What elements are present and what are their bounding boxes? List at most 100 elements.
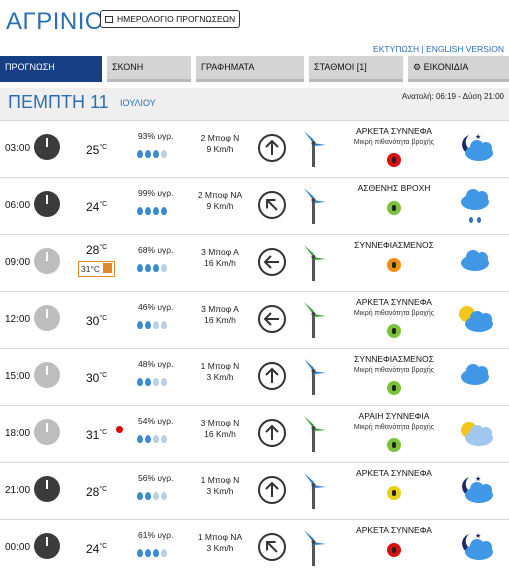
row-time: 12:00: [5, 314, 31, 325]
row-temperature: 25°C: [86, 143, 108, 157]
tab-icons[interactable]: ⚙ ΕΙΚΟΝΙΔΙΑ: [408, 56, 509, 82]
condition-subtitle: Μικρή πιθανότητα βροχής: [353, 367, 435, 374]
humidity-drop-icon: [161, 378, 167, 386]
row-temperature: 31°C: [86, 428, 108, 442]
row-temperature: 28°C: [86, 485, 108, 499]
humidity-drop-icon: [161, 207, 167, 215]
insect-risk-icon: [387, 201, 401, 215]
forecast-row: 09:00 28°C 31°C 68% υγρ. 3 Μποφ Α 16 Km/…: [0, 234, 509, 291]
weather-icon: [455, 357, 501, 402]
feels-like-badge: 31°C: [78, 261, 115, 277]
row-temperature: 28°C: [86, 243, 108, 257]
wind-speed: 16 Km/h: [204, 315, 236, 325]
row-time: 09:00: [5, 257, 31, 268]
day-name: ΠΕΜΠΤΗ 11: [8, 92, 109, 112]
tab-forecast[interactable]: ΠΡΟΓΝΩΣΗ: [0, 56, 102, 82]
row-wind: 1 Μποφ Ν 3 Km/h: [188, 361, 252, 383]
wind-speed: 3 Km/h: [206, 372, 234, 382]
svg-text:★: ★: [475, 475, 481, 483]
svg-text:★: ★: [475, 532, 481, 540]
humidity-drops: [137, 316, 169, 329]
humidity-drop-icon: [153, 435, 159, 443]
row-time: 18:00: [5, 428, 31, 439]
wind-direction-arrow-icon: [258, 419, 286, 447]
clock-icon: [34, 191, 60, 217]
row-time: 21:00: [5, 485, 31, 496]
insect-risk-icon: [387, 258, 401, 272]
tab-charts[interactable]: ΓΡΑΦΗΜΑΤΑ: [196, 56, 304, 82]
svg-text:★: ★: [475, 133, 481, 141]
wind-turbine-icon: [298, 241, 328, 288]
humidity-drop-icon: [161, 150, 167, 158]
row-humidity: 54% υγρ.: [138, 416, 174, 426]
clock-icon: [34, 134, 60, 160]
condition-title: ΑΡΑΙΗ ΣΥΝΝΕΦΙΑ: [358, 411, 430, 421]
wind-turbine-icon: [298, 469, 328, 516]
humidity-drop-icon: [137, 321, 143, 329]
humidity-drops: [137, 202, 169, 215]
forecast-row: 00:00 24°C 61% υγρ. 1 Μποφ ΝΑ 3 Km/h ΑΡΚ…: [0, 519, 509, 575]
wind-direction-arrow-icon: [258, 134, 286, 162]
humidity-drop-icon: [161, 492, 167, 500]
tab-stations[interactable]: ΣΤΑΘΜΟΙ [1]: [309, 56, 403, 82]
row-wind: 3 Μποφ Ν 16 Km/h: [188, 418, 252, 440]
wind-beaufort: 2 Μποφ Ν: [200, 133, 240, 143]
row-humidity: 61% υγρ.: [138, 530, 174, 540]
print-english-links[interactable]: ΕΚΤΥΠΩΣΗ | ENGLISH VERSION: [373, 44, 504, 54]
day-header: ΠΕΜΠΤΗ 11 ΙΟΥΛΙΟΥ Ανατολή: 06:19 - Δύση …: [0, 88, 509, 120]
row-temperature: 30°C: [86, 371, 108, 385]
condition-title: ΣΥΝΝΕΦΙΑΣΜΕΝΟΣ: [354, 240, 434, 250]
condition-title: ΑΡΚΕΤΑ ΣΥΝΝΕΦΑ: [356, 297, 432, 307]
row-time: 00:00: [5, 542, 31, 553]
wind-beaufort: 3 Μποφ Ν: [200, 418, 240, 428]
humidity-drop-icon: [153, 378, 159, 386]
humidity-drop-icon: [161, 435, 167, 443]
tab-dust[interactable]: ΣΚΟΝΗ: [107, 56, 191, 82]
row-wind: 2 Μποφ Ν 9 Km/h: [188, 133, 252, 155]
row-condition: ΑΡΚΕΤΑ ΣΥΝΝΕΦΑ: [334, 468, 454, 500]
wind-speed: 9 Km/h: [206, 144, 234, 154]
condition-title: ΑΡΚΕΤΑ ΣΥΝΝΕΦΑ: [356, 525, 432, 535]
wind-turbine-icon: [298, 355, 328, 402]
wind-beaufort: 1 Μποφ Ν: [200, 475, 240, 485]
wind-speed: 3 Km/h: [206, 486, 234, 496]
condition-title: ΑΡΚΕΤΑ ΣΥΝΝΕΦΑ: [356, 126, 432, 136]
humidity-drop-icon: [153, 549, 159, 557]
forecast-row: 06:00 24°C 99% υγρ. 2 Μποφ ΝΑ 9 Km/h ΑΣΘ…: [0, 177, 509, 234]
row-wind: 3 Μποφ Α 16 Km/h: [188, 247, 252, 269]
forecast-row: 18:00 31°C 54% υγρ. 3 Μποφ Ν 16 Km/h ΑΡΑ…: [0, 405, 509, 462]
humidity-drops: [137, 259, 169, 272]
calendar-icon: [105, 16, 113, 23]
wind-turbine-icon: [298, 412, 328, 459]
humidity-drop-icon: [153, 321, 159, 329]
forecast-row: 03:00 25°C 93% υγρ. 2 Μποφ Ν 9 Km/h ΑΡΚΕ…: [0, 120, 509, 177]
row-condition: ΑΡΚΕΤΑ ΣΥΝΝΕΦΑ Μικρή πιθανότητα βροχής: [334, 126, 454, 167]
row-wind: 1 Μποφ ΝΑ 3 Km/h: [188, 532, 252, 554]
wind-speed: 16 Km/h: [204, 258, 236, 268]
forecast-calendar-button[interactable]: ΗΜΕΡΟΛΟΓΙΟ ΠΡΟΓΝΩΣΕΩΝ: [100, 10, 241, 28]
wind-beaufort: 1 Μποφ Ν: [200, 361, 240, 371]
wind-direction-arrow-icon: [258, 305, 286, 333]
humidity-drop-icon: [145, 264, 151, 272]
wind-turbine-icon: [298, 526, 328, 573]
row-temperature: 30°C: [86, 314, 108, 328]
condition-subtitle: Μικρή πιθανότητα βροχής: [353, 424, 435, 431]
condition-title: ΑΡΚΕΤΑ ΣΥΝΝΕΦΑ: [356, 468, 432, 478]
condition-subtitle: Μικρή πιθανότητα βροχής: [353, 139, 435, 146]
humidity-drops: [137, 373, 169, 386]
wind-turbine-icon: [298, 184, 328, 231]
wind-speed: 16 Km/h: [204, 429, 236, 439]
humidity-drop-icon: [161, 549, 167, 557]
forecast-row: 12:00 30°C 46% υγρ. 3 Μποφ Α 16 Km/h ΑΡΚ…: [0, 291, 509, 348]
row-condition: ΑΣΘΕΝΗΣ ΒΡΟΧΗ: [334, 183, 454, 215]
insect-risk-icon: [387, 438, 401, 452]
wind-beaufort: 3 Μποφ Α: [201, 247, 239, 257]
row-condition: ΑΡΑΙΗ ΣΥΝΝΕΦΙΑ Μικρή πιθανότητα βροχής: [334, 411, 454, 452]
weather-icon: ★: [455, 528, 501, 573]
humidity-drop-icon: [137, 150, 143, 158]
humidity-drops: [137, 145, 169, 158]
wind-beaufort: 1 Μποφ ΝΑ: [197, 532, 243, 542]
wind-speed: 3 Km/h: [206, 543, 234, 553]
row-condition: ΑΡΚΕΤΑ ΣΥΝΝΕΦΑ: [334, 525, 454, 557]
humidity-drop-icon: [137, 378, 143, 386]
